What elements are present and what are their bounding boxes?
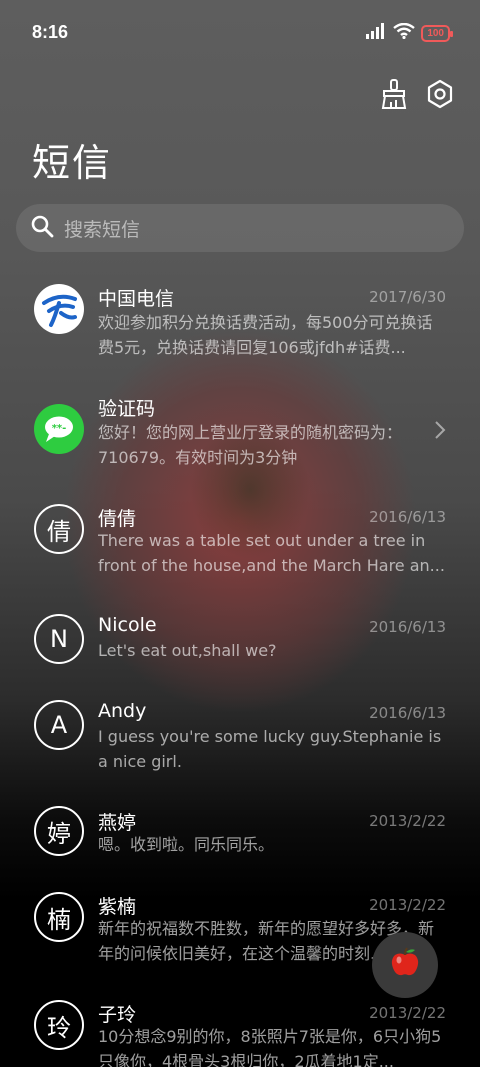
conversation-item[interactable]: A Andy 2016/6/13 I guess you're some luc… (0, 684, 480, 794)
search-placeholder: 搜索短信 (64, 218, 141, 241)
message-preview: 10分想念9别的你，8张照片7张是你，6只小狗5只像你，4根骨头3根归你，2瓜着… (98, 1027, 442, 1067)
sender-name: 紫楠 (98, 896, 137, 918)
message-date: 2017/6/30 (369, 288, 446, 306)
message-preview: 嗯。收到啦。同乐同乐。 (98, 835, 275, 854)
apple-fab-button[interactable] (372, 932, 438, 998)
search-icon (30, 214, 54, 242)
sender-name: 中国电信 (98, 288, 175, 310)
message-preview: I guess you're some lucky guy.Stephanie … (98, 727, 442, 771)
battery-icon: 100 (421, 24, 453, 42)
sms-bubble-icon: **- (34, 404, 84, 454)
message-preview: Let's eat out,shall we? (98, 641, 277, 660)
status-bar: 8:16 100 (0, 0, 480, 66)
conversation-item[interactable]: 倩 倩倩 2016/6/13 There was a table set out… (0, 488, 480, 598)
apple-icon (388, 946, 422, 984)
contact-avatar: 玲 (34, 1000, 84, 1050)
sender-name: Andy (98, 700, 147, 722)
message-date: 2013/2/22 (369, 896, 446, 914)
settings-hexagon-icon[interactable] (426, 78, 454, 110)
page-title: 短信 (32, 141, 113, 185)
message-preview: 欢迎参加积分兑换话费活动，每500分可兑换话费5元，兑换话费请回复106或jfd… (98, 313, 433, 357)
message-date: 2013/2/22 (369, 1004, 446, 1022)
message-date: 2016/6/13 (369, 508, 446, 526)
status-icons: 100 (365, 22, 453, 43)
contact-avatar: 婷 (34, 806, 84, 856)
sender-name: 验证码 (98, 398, 156, 420)
contact-avatar: A (34, 700, 84, 750)
contact-avatar: N (34, 614, 84, 664)
message-preview: There was a table set out under a tree i… (98, 531, 445, 575)
status-time: 8:16 (32, 22, 69, 42)
sender-name: 燕婷 (98, 812, 137, 834)
china-telecom-logo-icon (34, 284, 84, 334)
contact-avatar: 楠 (34, 892, 84, 942)
sender-name: Nicole (98, 614, 157, 636)
signal-icon (365, 23, 387, 43)
header-actions (380, 78, 454, 110)
search-input[interactable]: 搜索短信 (16, 204, 464, 252)
svg-text:**-: **- (52, 423, 67, 434)
message-preview: 您好！您的网上营业厅登录的随机密码为：710679。有效时间为3分钟 (98, 423, 403, 467)
sender-name: 倩倩 (98, 508, 137, 530)
conversation-item[interactable]: 中国电信 2017/6/30 欢迎参加积分兑换话费活动，每500分可兑换话费5元… (0, 268, 480, 378)
contact-avatar: 倩 (34, 504, 84, 554)
wifi-icon (393, 22, 416, 43)
sender-name: 子玲 (98, 1004, 137, 1026)
message-date: 2016/6/13 (369, 704, 446, 722)
message-date: 2016/6/13 (369, 618, 446, 636)
chevron-right-icon (434, 420, 446, 440)
message-date: 2013/2/22 (369, 812, 446, 830)
broom-clean-icon[interactable] (380, 78, 408, 110)
conversation-item[interactable]: **- 验证码 您好！您的网上营业厅登录的随机密码为：710679。有效时间为3… (0, 378, 480, 488)
